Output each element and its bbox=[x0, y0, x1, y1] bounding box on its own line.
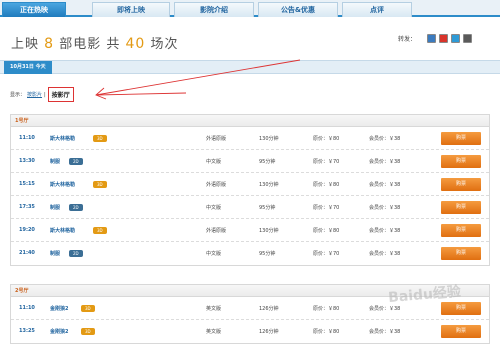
format-badge: 2D bbox=[69, 250, 83, 257]
member-price: 会员价：￥38 bbox=[369, 329, 401, 335]
showtime: 21:40 bbox=[19, 250, 35, 256]
table-row: 13:25 金刚狼2 3D 英文版 126分钟 原价：￥80 会员价：￥38 购… bbox=[11, 320, 489, 343]
buy-ticket-button[interactable]: 购票 bbox=[441, 178, 481, 191]
format-badge: 3D bbox=[81, 305, 95, 312]
movie-title[interactable]: 制服 bbox=[50, 204, 60, 211]
format-badge: 3D bbox=[93, 227, 107, 234]
original-price: 原价：￥70 bbox=[313, 251, 340, 257]
member-price: 会员价：￥38 bbox=[369, 205, 401, 211]
language: 中文版 bbox=[206, 251, 222, 257]
table-row: 21:40 制服 2D 中文版 95分钟 原价：￥70 会员价：￥38 购票 bbox=[11, 242, 489, 265]
buy-ticket-button[interactable]: 购票 bbox=[441, 224, 481, 237]
hall-panel-1: 1号厅 11:10 斯大林格勒 3D 外语原版 130分钟 原价：￥80 会员价… bbox=[10, 114, 490, 266]
member-price: 会员价：￥38 bbox=[369, 228, 401, 234]
format-badge: 2D bbox=[69, 158, 83, 165]
buy-ticket-button[interactable]: 购票 bbox=[441, 325, 481, 338]
language: 英文版 bbox=[206, 306, 222, 312]
member-price: 会员价：￥38 bbox=[369, 182, 401, 188]
duration: 130分钟 bbox=[259, 228, 279, 234]
movie-title[interactable]: 斯大林格勒 bbox=[50, 181, 75, 188]
showtime: 11:10 bbox=[19, 305, 35, 311]
language: 外语原版 bbox=[206, 136, 227, 142]
member-price: 会员价：￥38 bbox=[369, 306, 401, 312]
language: 中文版 bbox=[206, 205, 222, 211]
movie-title[interactable]: 制服 bbox=[50, 158, 60, 165]
duration: 130分钟 bbox=[259, 182, 279, 188]
format-badge: 3D bbox=[93, 135, 107, 142]
showtime: 11:10 bbox=[19, 135, 35, 141]
buy-ticket-button[interactable]: 购票 bbox=[441, 132, 481, 145]
buy-ticket-button[interactable]: 购票 bbox=[441, 247, 481, 260]
member-price: 会员价：￥38 bbox=[369, 159, 401, 165]
table-row: 11:10 斯大林格勒 3D 外语原版 130分钟 原价：￥80 会员价：￥38… bbox=[11, 127, 489, 150]
duration: 95分钟 bbox=[259, 159, 276, 165]
original-price: 原价：￥80 bbox=[313, 182, 340, 188]
duration: 126分钟 bbox=[259, 306, 279, 312]
original-price: 原价：￥80 bbox=[313, 306, 340, 312]
buy-ticket-button[interactable]: 购票 bbox=[441, 302, 481, 315]
movie-title[interactable]: 金刚狼2 bbox=[50, 328, 68, 335]
table-row: 15:15 斯大林格勒 3D 外语原版 130分钟 原价：￥80 会员价：￥38… bbox=[11, 173, 489, 196]
duration: 126分钟 bbox=[259, 329, 279, 335]
showtime: 19:20 bbox=[19, 227, 35, 233]
member-price: 会员价：￥38 bbox=[369, 251, 401, 257]
member-price: 会员价：￥38 bbox=[369, 136, 401, 142]
language: 外语原版 bbox=[206, 182, 227, 188]
original-price: 原价：￥80 bbox=[313, 228, 340, 234]
table-row: 17:35 制服 2D 中文版 95分钟 原价：￥70 会员价：￥38 购票 bbox=[11, 196, 489, 219]
table-row: 11:10 金刚狼2 3D 英文版 126分钟 原价：￥80 会员价：￥38 购… bbox=[11, 297, 489, 320]
table-row: 13:30 制服 2D 中文版 95分钟 原价：￥70 会员价：￥38 购票 bbox=[11, 150, 489, 173]
showtime: 13:25 bbox=[19, 328, 35, 334]
language: 外语原版 bbox=[206, 228, 227, 234]
buy-ticket-button[interactable]: 购票 bbox=[441, 201, 481, 214]
duration: 95分钟 bbox=[259, 205, 276, 211]
duration: 95分钟 bbox=[259, 251, 276, 257]
hall-title: 2号厅 bbox=[11, 285, 489, 297]
buy-ticket-button[interactable]: 购票 bbox=[441, 155, 481, 168]
movie-title[interactable]: 斯大林格勒 bbox=[50, 135, 75, 142]
showtime: 17:35 bbox=[19, 204, 35, 210]
hall-panel-2: 2号厅 11:10 金刚狼2 3D 英文版 126分钟 原价：￥80 会员价：￥… bbox=[10, 284, 490, 344]
original-price: 原价：￥80 bbox=[313, 136, 340, 142]
original-price: 原价：￥70 bbox=[313, 159, 340, 165]
movie-title[interactable]: 斯大林格勒 bbox=[50, 227, 75, 234]
format-badge: 2D bbox=[69, 204, 83, 211]
showtime: 15:15 bbox=[19, 181, 35, 187]
format-badge: 3D bbox=[81, 328, 95, 335]
duration: 130分钟 bbox=[259, 136, 279, 142]
showtime: 13:30 bbox=[19, 158, 35, 164]
movie-title[interactable]: 制服 bbox=[50, 250, 60, 257]
table-row: 19:20 斯大林格勒 3D 外语原版 130分钟 原价：￥80 会员价：￥38… bbox=[11, 219, 489, 242]
language: 中文版 bbox=[206, 159, 222, 165]
format-badge: 3D bbox=[93, 181, 107, 188]
original-price: 原价：￥80 bbox=[313, 329, 340, 335]
movie-title[interactable]: 金刚狼2 bbox=[50, 305, 68, 312]
language: 英文版 bbox=[206, 329, 222, 335]
hall-title: 1号厅 bbox=[11, 115, 489, 127]
original-price: 原价：￥70 bbox=[313, 205, 340, 211]
